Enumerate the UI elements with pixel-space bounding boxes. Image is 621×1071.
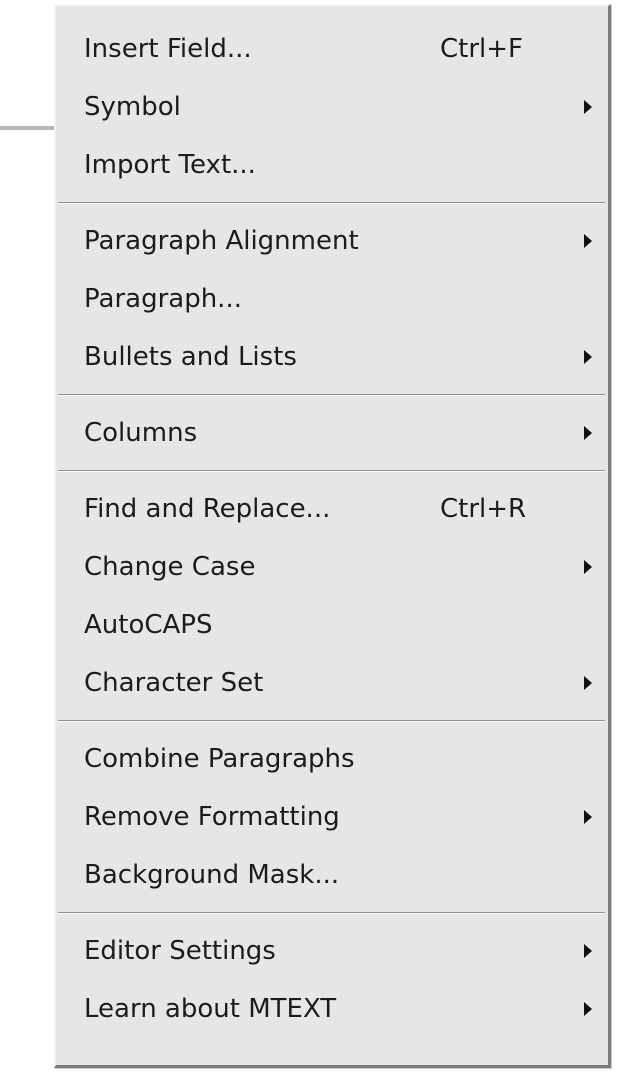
menu-item-shortcut: Ctrl+F bbox=[440, 34, 524, 64]
menu-item-shortcut: Ctrl+R bbox=[440, 494, 527, 524]
menu-item-editor-settings[interactable]: Editor Settings bbox=[56, 922, 608, 980]
context-menu: Insert Field... Ctrl+F Symbol Import Text..… bbox=[54, 4, 611, 1068]
submenu-arrow-icon bbox=[584, 1002, 592, 1016]
menu-item-label: Columns bbox=[84, 418, 198, 448]
submenu-arrow-icon bbox=[584, 234, 592, 248]
menu-item-label: Paragraph Alignment bbox=[84, 226, 359, 256]
menu-item-paragraph[interactable]: Paragraph... bbox=[56, 270, 608, 328]
menu-item-label: Bullets and Lists bbox=[84, 342, 297, 372]
menu-item-label: Character Set bbox=[84, 668, 264, 698]
menu-item-label: Insert Field... bbox=[84, 34, 252, 64]
menu-item-label: Combine Paragraphs bbox=[84, 744, 355, 774]
menu-item-label: AutoCAPS bbox=[84, 610, 213, 640]
menu-item-columns[interactable]: Columns bbox=[56, 404, 608, 462]
underlying-window-edge bbox=[0, 126, 62, 130]
menu-item-label: Remove Formatting bbox=[84, 802, 340, 832]
menu-separator bbox=[56, 712, 608, 730]
menu-item-label: Find and Replace... bbox=[84, 494, 331, 524]
menu-item-combine-paragraphs[interactable]: Combine Paragraphs bbox=[56, 730, 608, 788]
submenu-arrow-icon bbox=[584, 426, 592, 440]
menu-separator bbox=[56, 194, 608, 212]
menu-item-label: Editor Settings bbox=[84, 936, 276, 966]
menu-items-container: Insert Field... Ctrl+F Symbol Import Text..… bbox=[56, 20, 608, 1038]
menu-item-bullets-and-lists[interactable]: Bullets and Lists bbox=[56, 328, 608, 386]
menu-item-remove-formatting[interactable]: Remove Formatting bbox=[56, 788, 608, 846]
menu-item-character-set[interactable]: Character Set bbox=[56, 654, 608, 712]
screen: Insert Field... Ctrl+F Symbol Import Text..… bbox=[0, 0, 621, 1071]
menu-separator bbox=[56, 462, 608, 480]
menu-separator bbox=[56, 904, 608, 922]
submenu-arrow-icon bbox=[584, 350, 592, 364]
menu-item-label: Paragraph... bbox=[84, 284, 242, 314]
submenu-arrow-icon bbox=[584, 944, 592, 958]
menu-item-label: Symbol bbox=[84, 92, 181, 122]
menu-item-find-and-replace[interactable]: Find and Replace... Ctrl+R bbox=[56, 480, 608, 538]
menu-item-autocaps[interactable]: AutoCAPS bbox=[56, 596, 608, 654]
menu-separator bbox=[56, 386, 608, 404]
menu-item-learn-about-mtext[interactable]: Learn about MTEXT bbox=[56, 980, 608, 1038]
submenu-arrow-icon bbox=[584, 810, 592, 824]
menu-item-label: Import Text... bbox=[84, 150, 256, 180]
menu-item-label: Change Case bbox=[84, 552, 256, 582]
submenu-arrow-icon bbox=[584, 100, 592, 114]
menu-item-change-case[interactable]: Change Case bbox=[56, 538, 608, 596]
menu-item-label: Background Mask... bbox=[84, 860, 340, 890]
menu-item-symbol[interactable]: Symbol bbox=[56, 78, 608, 136]
menu-item-paragraph-alignment[interactable]: Paragraph Alignment bbox=[56, 212, 608, 270]
submenu-arrow-icon bbox=[584, 560, 592, 574]
submenu-arrow-icon bbox=[584, 676, 592, 690]
menu-item-import-text[interactable]: Import Text... bbox=[56, 136, 608, 194]
menu-item-background-mask[interactable]: Background Mask... bbox=[56, 846, 608, 904]
menu-item-label: Learn about MTEXT bbox=[84, 994, 337, 1024]
menu-item-insert-field[interactable]: Insert Field... Ctrl+F bbox=[56, 20, 608, 78]
